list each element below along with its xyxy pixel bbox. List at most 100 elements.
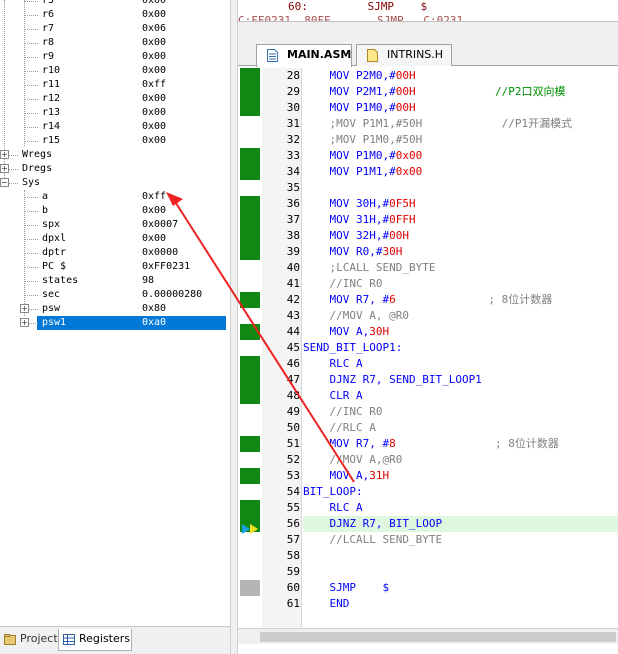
coverage-mark[interactable] bbox=[240, 356, 260, 372]
tab-main-asm[interactable]: MAIN.ASM bbox=[256, 44, 352, 67]
scrollbar-thumb[interactable] bbox=[260, 632, 616, 642]
code-line[interactable]: MOV A,30H bbox=[303, 324, 618, 340]
register-row-dptr[interactable]: dptr 0x0000 bbox=[0, 246, 230, 260]
register-row-psw1[interactable]: + psw1 0xa0 bbox=[0, 316, 230, 330]
code-line[interactable]: //INC R0 bbox=[303, 404, 618, 420]
panel-splitter[interactable] bbox=[230, 0, 238, 654]
code-line[interactable]: CLR A bbox=[303, 388, 618, 404]
register-row-r10[interactable]: r10 0x00 bbox=[0, 64, 230, 78]
code-line[interactable]: //LCALL SEND_BYTE bbox=[303, 532, 618, 548]
register-value[interactable]: 0x00 bbox=[142, 92, 166, 106]
code-line[interactable]: MOV R7, #8 ; 8位计数器 bbox=[303, 436, 618, 452]
register-row-sec[interactable]: sec 0.00000280 bbox=[0, 288, 230, 302]
code-line[interactable]: MOV 30H,#0F5H bbox=[303, 196, 618, 212]
coverage-mark[interactable] bbox=[240, 500, 260, 516]
horizontal-scrollbar[interactable] bbox=[238, 628, 618, 644]
expand-icon[interactable]: + bbox=[0, 150, 9, 159]
coverage-mark[interactable] bbox=[240, 468, 260, 484]
coverage-mark[interactable] bbox=[240, 228, 260, 244]
register-row-r12[interactable]: r12 0x00 bbox=[0, 92, 230, 106]
tab-intrins-h[interactable]: INTRINS.H bbox=[356, 44, 452, 66]
coverage-mark[interactable] bbox=[240, 84, 260, 100]
register-row-r7[interactable]: r7 0x06 bbox=[0, 22, 230, 36]
coverage-mark[interactable] bbox=[240, 148, 260, 164]
register-value[interactable]: 0x00 bbox=[142, 232, 166, 246]
register-value[interactable]: 0x00 bbox=[142, 64, 166, 78]
code-line[interactable]: //MOV A, @R0 bbox=[303, 308, 618, 324]
code-line-current[interactable]: DJNZ R7, BIT_LOOP bbox=[303, 516, 618, 532]
coverage-mark[interactable] bbox=[240, 212, 260, 228]
register-value[interactable]: 0xff bbox=[142, 78, 166, 92]
coverage-gutter[interactable] bbox=[238, 68, 262, 628]
code-line[interactable]: ;LCALL SEND_BYTE bbox=[303, 260, 618, 276]
register-row-r5[interactable]: r5 0x00 bbox=[0, 0, 230, 8]
code-line[interactable]: MOV A,31H bbox=[303, 468, 618, 484]
code-line[interactable]: MOV R0,#30H bbox=[303, 244, 618, 260]
register-row-wregs[interactable]: + Wregs bbox=[0, 148, 230, 162]
expand-icon[interactable]: + bbox=[20, 318, 29, 327]
coverage-mark[interactable] bbox=[240, 164, 260, 180]
register-value[interactable]: 0x00 bbox=[142, 120, 166, 134]
code-line[interactable]: DJNZ R7, SEND_BIT_LOOP1 bbox=[303, 372, 618, 388]
coverage-mark[interactable] bbox=[240, 100, 260, 116]
tab-project[interactable]: Project bbox=[0, 629, 58, 651]
register-value[interactable]: 0x06 bbox=[142, 22, 166, 36]
code-line[interactable]: BIT_LOOP: bbox=[303, 484, 618, 500]
coverage-mark[interactable] bbox=[240, 372, 260, 388]
coverage-mark[interactable] bbox=[240, 388, 260, 404]
code-line[interactable]: //RLC A bbox=[303, 420, 618, 436]
code-line[interactable]: ;MOV P1M0,#50H bbox=[303, 132, 618, 148]
collapse-icon[interactable]: − bbox=[0, 178, 9, 187]
code-line[interactable] bbox=[303, 180, 618, 196]
code-line[interactable]: MOV P1M0,#0x00 bbox=[303, 148, 618, 164]
code-line[interactable] bbox=[303, 548, 618, 564]
register-value[interactable]: 0x00 bbox=[142, 8, 166, 22]
register-value[interactable]: 0x00 bbox=[142, 204, 166, 218]
code-area[interactable]: 28 29 30 31 32 33 34 35 36 37 38 39 40 41 42 43 44 45 46 47… bbox=[238, 68, 618, 628]
register-value[interactable]: 0x0007 bbox=[142, 218, 178, 232]
register-value[interactable]: 0x00 bbox=[142, 36, 166, 50]
code-line[interactable]: //INC R0 bbox=[303, 276, 618, 292]
code-line[interactable]: MOV R7, #6 ; 8位计数器 bbox=[303, 292, 618, 308]
register-value[interactable]: 0xff bbox=[142, 190, 166, 204]
code-line[interactable]: SEND_BIT_LOOP1: bbox=[303, 340, 618, 356]
register-value[interactable]: 0xa0 bbox=[142, 316, 166, 330]
coverage-mark[interactable] bbox=[240, 68, 260, 84]
coverage-mark[interactable] bbox=[240, 436, 260, 452]
register-value[interactable]: 98 bbox=[142, 274, 154, 288]
code-line[interactable]: MOV P2M0,#00H bbox=[303, 68, 618, 84]
code-line[interactable]: MOV 31H,#0FFH bbox=[303, 212, 618, 228]
code-line[interactable]: SJMP $ bbox=[303, 580, 618, 596]
register-row-r6[interactable]: r6 0x00 bbox=[0, 8, 230, 22]
expand-icon[interactable]: + bbox=[0, 164, 9, 173]
code-line[interactable]: ;MOV P1M1,#50H //P1开漏模式 bbox=[303, 116, 618, 132]
coverage-mark[interactable] bbox=[240, 196, 260, 212]
coverage-mark[interactable] bbox=[240, 292, 260, 308]
code-line[interactable]: MOV P1M1,#0x00 bbox=[303, 164, 618, 180]
register-value[interactable]: 0x0000 bbox=[142, 246, 178, 260]
code-line[interactable]: RLC A bbox=[303, 356, 618, 372]
register-row-sys[interactable]: − Sys bbox=[0, 176, 230, 190]
register-value[interactable]: 0x00 bbox=[142, 50, 166, 64]
register-value[interactable]: 0x00 bbox=[142, 0, 166, 8]
code-line[interactable]: RLC A bbox=[303, 500, 618, 516]
code-line[interactable]: MOV 32H,#00H bbox=[303, 228, 618, 244]
code-line[interactable]: MOV P2M1,#00H //P2口双向模 bbox=[303, 84, 618, 100]
register-row-spx[interactable]: spx 0x0007 bbox=[0, 218, 230, 232]
register-row-r14[interactable]: r14 0x00 bbox=[0, 120, 230, 134]
register-row-states[interactable]: states 98 bbox=[0, 274, 230, 288]
register-row-pc[interactable]: PC $ 0xFF0231 bbox=[0, 260, 230, 274]
coverage-mark[interactable] bbox=[240, 324, 260, 340]
register-value[interactable]: 0x80 bbox=[142, 302, 166, 316]
register-row-b[interactable]: b 0x00 bbox=[0, 204, 230, 218]
register-row-dregs[interactable]: + Dregs bbox=[0, 162, 230, 176]
register-value[interactable]: 0x00 bbox=[142, 134, 166, 148]
register-row-a[interactable]: a 0xff bbox=[0, 190, 230, 204]
expand-icon[interactable]: + bbox=[20, 304, 29, 313]
register-value[interactable]: 0.00000280 bbox=[142, 288, 202, 302]
code-line[interactable]: END bbox=[303, 596, 618, 612]
breakpoint-slot[interactable] bbox=[240, 580, 260, 596]
register-row-r15[interactable]: r15 0x00 bbox=[0, 134, 230, 148]
code-line[interactable] bbox=[303, 564, 618, 580]
tab-registers[interactable]: Registers bbox=[58, 629, 132, 651]
